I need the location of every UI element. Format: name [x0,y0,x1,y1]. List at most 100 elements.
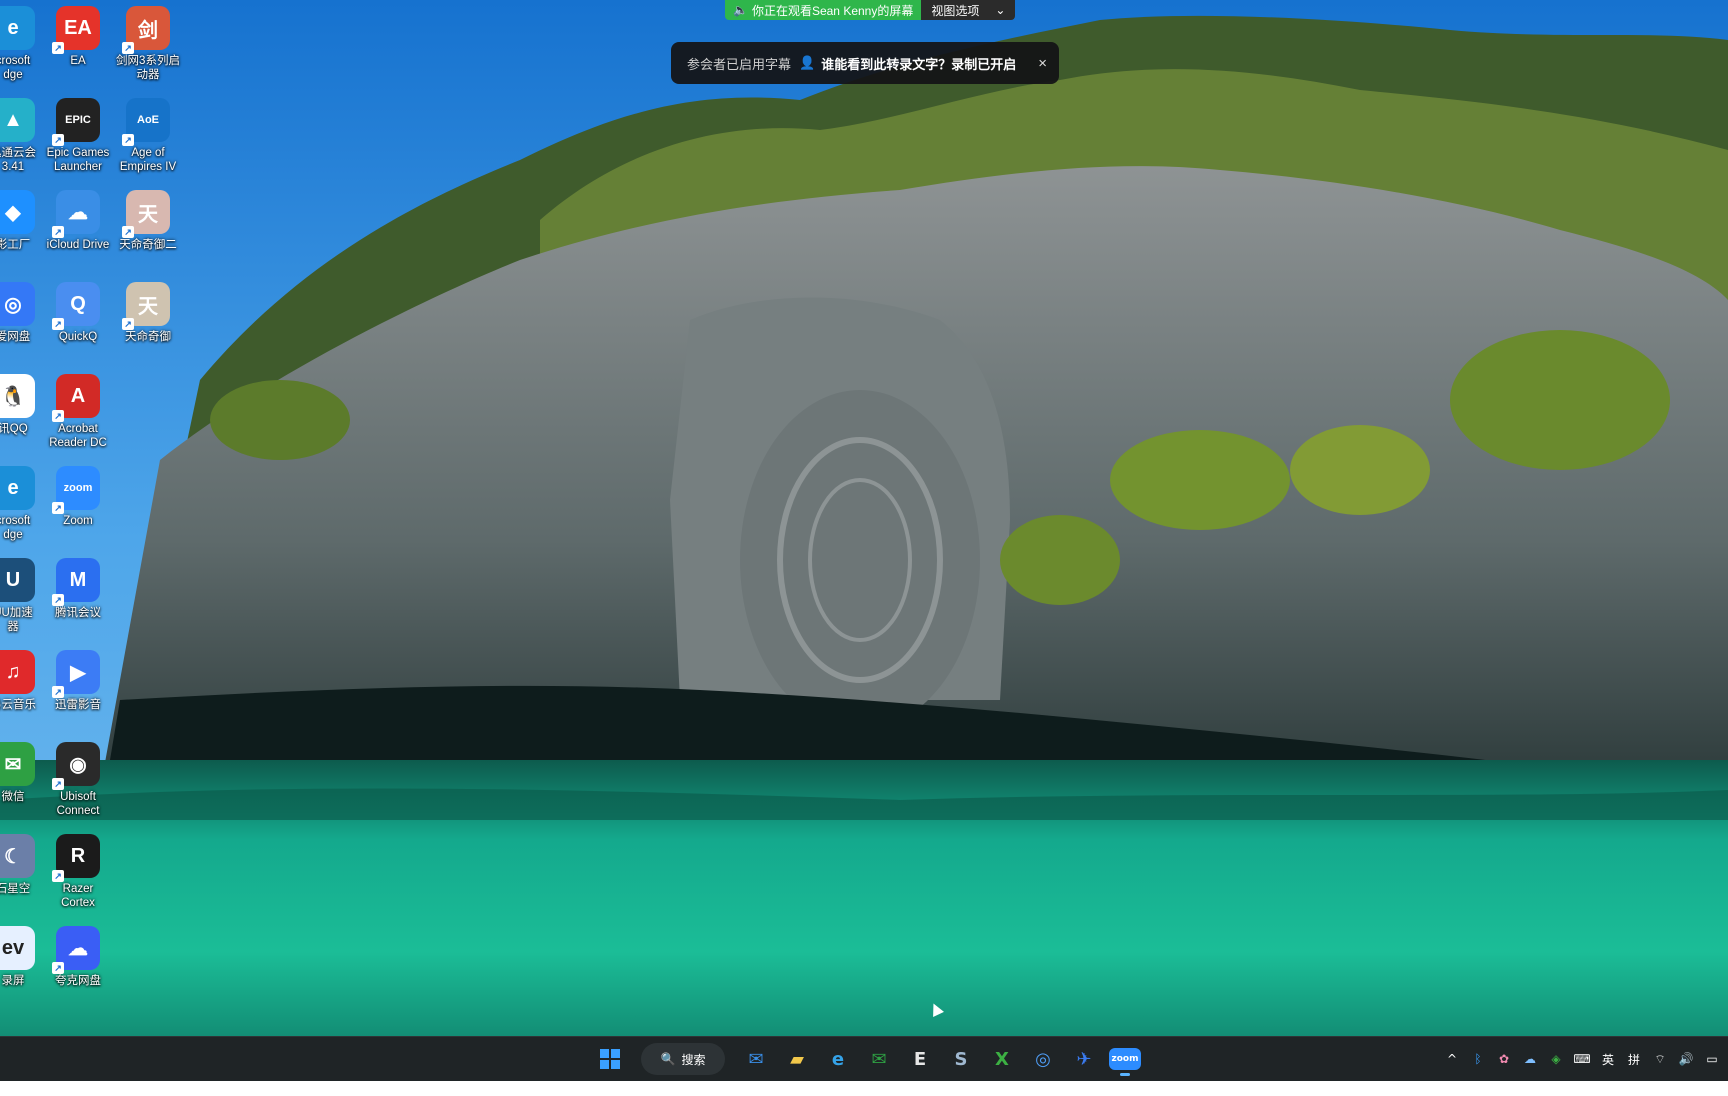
desktop-icon[interactable]: 天 ↗ 天命奇御 [107,276,189,344]
shortcut-arrow-icon: ↗ [52,778,64,790]
ime-lang[interactable]: 英 [1600,1051,1616,1067]
app-icon: zoom ↗ [52,466,100,514]
app-glyph: ◉ [69,753,87,776]
desktop-wallpaper [0,0,1728,1080]
app-glyph: 🐧 [0,385,26,408]
xbox-icon: X [995,1048,1009,1070]
desktop-icon-label: Razer Cortex [61,883,95,909]
app-icon: ▲ [0,98,35,142]
mail-icon: ✉ [748,1048,764,1070]
app-glyph: ☾ [4,845,22,868]
wechat-icon: ✉ [871,1048,887,1070]
shortcut-arrow-icon: ↗ [52,42,64,54]
taskbar-epic-games-button[interactable]: E [902,1041,938,1077]
view-options-button[interactable]: 视图选项 ⌄ [921,0,1016,20]
app-glyph: zoom [63,482,93,494]
caption-message-link[interactable]: 谁能看到此转录文字？录制已开启 [821,54,1016,73]
shortcut-arrow-icon: ↗ [122,226,134,238]
bluetooth-icon[interactable]: ᛒ [1470,1051,1486,1067]
desktop-icon[interactable]: 剑 ↗ 剑网3系列启 动器 [107,0,189,82]
app-glyph: e [7,16,19,39]
shortcut-arrow-icon: ↗ [52,962,64,974]
app-glyph: ☁ [68,201,88,224]
search-button[interactable]: 🔍 搜索 [641,1043,725,1075]
shield-icon[interactable]: ◈ [1548,1051,1564,1067]
desktop-icon[interactable]: R ↗ Razer Cortex [37,828,119,910]
app-icon: U [0,558,35,602]
shortcut-arrow-icon: ↗ [52,134,64,146]
app-icon: ☁ ↗ [52,926,100,974]
app-glyph: 剑 [138,19,158,42]
desktop-icon-label: 天命奇御 [125,331,171,343]
viewing-text: 你正在观看Sean Kenny的屏幕 [751,3,914,18]
file-explorer-icon: ▰ [790,1048,804,1070]
desktop-icon[interactable]: ◉ ↗ Ubisoft Connect [37,736,119,818]
search-label: 搜索 [681,1052,706,1067]
app-glyph: A [70,384,86,407]
app-glyph: ▶ [70,661,86,684]
desktop-icon[interactable]: ▶ ↗ 迅雷影音 [37,644,119,712]
close-icon[interactable]: × [1038,55,1047,72]
steam-icon: S [954,1048,968,1070]
shortcut-arrow-icon: ↗ [52,594,64,606]
app-glyph: ✉ [4,753,22,776]
shortcut-arrow-icon: ↗ [122,134,134,146]
app-icon: ◎ [0,282,35,326]
taskbar-steam-button[interactable]: S [943,1041,979,1077]
desktop-icon-label: Ubisoft Connect [56,791,100,817]
app-icon: ♫ [0,650,35,694]
app-icon: e [0,466,35,510]
search-icon: 🔍 [660,1052,676,1066]
desktop-icon[interactable]: A ↗ Acrobat Reader DC [37,368,119,450]
app-icon: ✉ [0,742,35,786]
app-icon: ◆ [0,190,35,234]
taskbar-file-explorer-button[interactable]: ▰ [779,1041,815,1077]
desktop-icon-label: Zoom [63,515,93,527]
desktop-icon-label: 剑网3系列启 动器 [116,55,180,81]
taskbar-xbox-button[interactable]: X [984,1041,1020,1077]
edge-icon: e [831,1048,845,1070]
shortcut-arrow-icon: ↗ [52,318,64,330]
chevron-up-icon[interactable]: ^ [1444,1051,1460,1067]
start-button[interactable] [592,1041,628,1077]
desktop-icon[interactable]: zoom ↗ Zoom [37,460,119,528]
windows-icon [600,1049,620,1069]
view-options-label: 视图选项 [931,3,980,18]
shortcut-arrow-icon: ↗ [52,502,64,514]
person-shield-icon: 👤 [799,55,816,70]
app-glyph: AoE [137,114,159,126]
taskbar-wechat-button[interactable]: ✉ [861,1041,897,1077]
app-glyph: R [70,844,86,867]
volume-icon[interactable]: 🔊 [1678,1051,1694,1067]
keyboard-icon[interactable]: ⌨ [1573,1051,1590,1067]
taskbar-edge-button[interactable]: e [820,1041,856,1077]
app-icon: R ↗ [52,834,100,882]
taskbar-vpn-button[interactable]: ◎ [1025,1041,1061,1077]
shortcut-arrow-icon: ↗ [52,870,64,882]
epic-games-icon: E [913,1048,927,1070]
app-icon: 剑 ↗ [122,6,170,54]
shortcut-arrow-icon: ↗ [52,686,64,698]
ime-mode[interactable]: 拼 [1626,1051,1642,1067]
desktop-icon[interactable]: 天 ↗ 天命奇御二 [107,184,189,252]
app-icon: 天 ↗ [122,190,170,238]
taskbar-mail-button[interactable]: ✉ [738,1041,774,1077]
viewing-indicator: 🔈 你正在观看Sean Kenny的屏幕 [725,0,922,20]
desktop-icon[interactable]: AoE ↗ Age of Empires IV [107,92,189,174]
desktop-icon-label: Age of Empires IV [119,147,177,173]
battery-icon[interactable]: ▭ [1704,1051,1720,1067]
desktop-icon[interactable]: M ↗ 腾讯会议 [37,552,119,620]
taskbar-feishu-button[interactable]: ✈ [1066,1041,1102,1077]
app-icon: ev [0,926,35,970]
desktop-icon[interactable]: ☁ ↗ 夸克网盘 [37,920,119,988]
cloud-icon[interactable]: ☁ [1522,1051,1538,1067]
caption-notice: 参会者已启用字幕 [687,56,792,72]
pinned-apps: ✉ ▰ e ✉ E S X ◎ ✈ zoom [738,1041,1143,1077]
app-icon: ◉ ↗ [52,742,100,790]
taskbar-zoom-button[interactable]: zoom [1107,1041,1143,1077]
vpn-icon: ◎ [1035,1048,1051,1070]
app-glyph: U [5,568,21,591]
app-icon: ▶ ↗ [52,650,100,698]
wifi-icon[interactable]: ⌔ [1652,1051,1668,1067]
flower-icon[interactable]: ✿ [1496,1051,1512,1067]
